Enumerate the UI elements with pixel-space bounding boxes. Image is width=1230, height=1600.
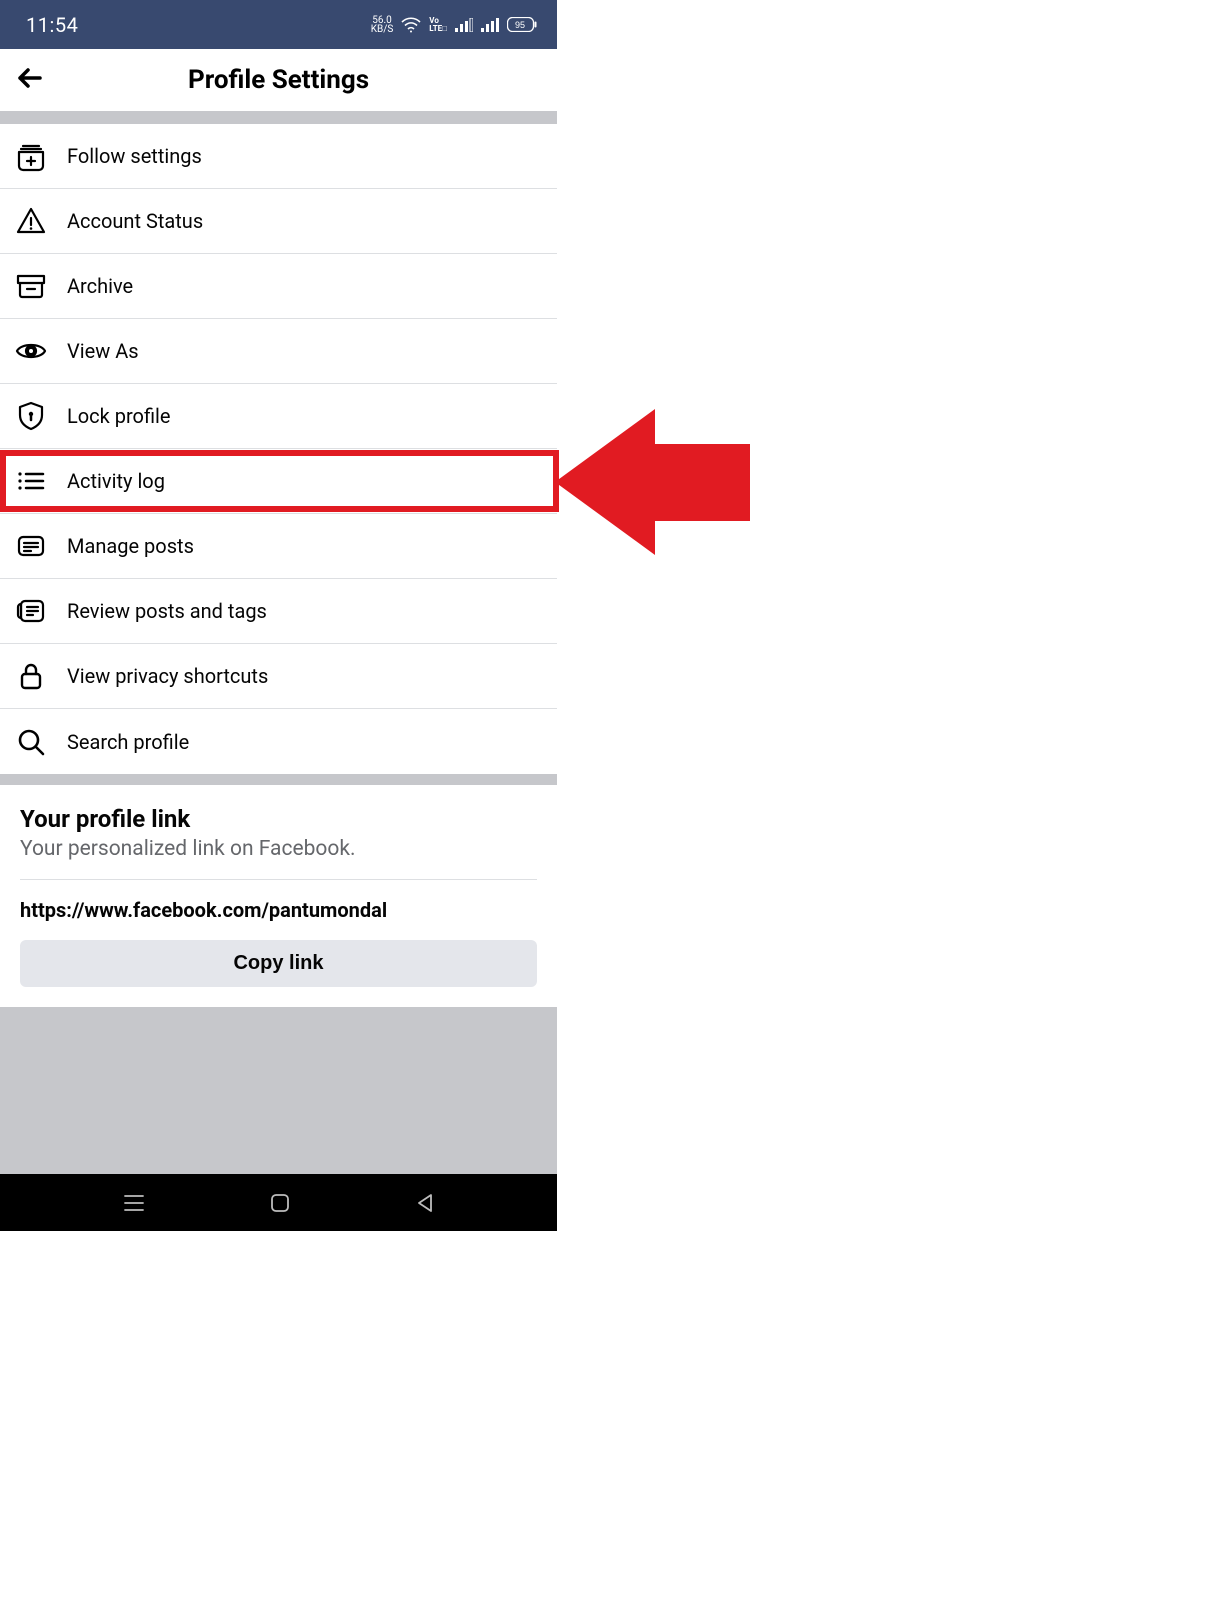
profile-link-section: Your profile link Your personalized link… — [0, 785, 557, 1007]
warning-triangle-icon — [15, 205, 47, 237]
profile-link-url: https://www.facebook.com/pantumondal — [20, 898, 537, 922]
menu-item-activity-log[interactable]: Activity log — [0, 449, 557, 514]
home-button[interactable] — [270, 1193, 290, 1213]
list-icon — [15, 465, 47, 497]
menu-item-view-as[interactable]: View As — [0, 319, 557, 384]
menu-item-label: Search profile — [67, 730, 189, 754]
signal-icon-2 — [481, 18, 499, 32]
profile-link-subtitle: Your personalized link on Facebook. — [20, 837, 537, 861]
eye-icon — [15, 335, 47, 367]
recent-apps-button[interactable] — [123, 1193, 145, 1213]
phone-screen: 11:54 56.0 KB/S VoLTE□ 95 Profile Set — [0, 0, 557, 1231]
menu-item-account-status[interactable]: Account Status — [0, 189, 557, 254]
divider — [20, 879, 537, 880]
post-icon — [15, 530, 47, 562]
shield-lock-icon — [15, 400, 47, 432]
section-divider — [0, 111, 557, 124]
back-button[interactable] — [16, 66, 44, 94]
annotation-arrow — [555, 409, 755, 559]
page-title: Profile Settings — [0, 65, 557, 95]
empty-area — [0, 1007, 557, 1174]
page-header: Profile Settings — [0, 49, 557, 111]
status-right: 56.0 KB/S VoLTE□ 95 — [371, 16, 537, 34]
settings-menu: Follow settings Account Status Archi — [0, 124, 557, 774]
android-nav-bar — [0, 1174, 557, 1231]
back-nav-button[interactable] — [416, 1193, 434, 1213]
follow-settings-icon — [15, 140, 47, 172]
home-icon — [270, 1193, 290, 1213]
status-time: 11:54 — [26, 13, 78, 37]
menu-item-label: Lock profile — [67, 404, 171, 428]
svg-text:95: 95 — [515, 20, 525, 30]
back-nav-icon — [416, 1193, 434, 1213]
status-bar: 11:54 56.0 KB/S VoLTE□ 95 — [0, 0, 557, 49]
battery-icon: 95 — [507, 17, 537, 32]
menu-item-search-profile[interactable]: Search profile — [0, 709, 557, 774]
menu-item-label: Account Status — [67, 209, 203, 233]
menu-item-archive[interactable]: Archive — [0, 254, 557, 319]
search-icon — [15, 726, 47, 758]
archive-icon — [15, 270, 47, 302]
menu-item-label: Follow settings — [67, 144, 202, 168]
recent-apps-icon — [123, 1193, 145, 1213]
menu-item-label: View As — [67, 339, 139, 363]
menu-item-follow-settings[interactable]: Follow settings — [0, 124, 557, 189]
signal-icon-1 — [455, 18, 473, 32]
menu-item-privacy-shortcuts[interactable]: View privacy shortcuts — [0, 644, 557, 709]
lock-icon — [15, 660, 47, 692]
volte-icon: VoLTE□ — [429, 17, 447, 33]
review-icon — [15, 595, 47, 627]
menu-item-label: View privacy shortcuts — [67, 664, 268, 688]
back-arrow-icon — [16, 66, 44, 90]
menu-item-label: Activity log — [67, 469, 165, 493]
menu-item-label: Manage posts — [67, 534, 194, 558]
profile-link-title: Your profile link — [20, 805, 537, 833]
menu-item-label: Archive — [67, 274, 133, 298]
copy-link-button[interactable]: Copy link — [20, 940, 537, 987]
menu-item-label: Review posts and tags — [67, 599, 267, 623]
menu-item-lock-profile[interactable]: Lock profile — [0, 384, 557, 449]
data-speed: 56.0 KB/S — [371, 16, 394, 34]
wifi-icon — [401, 17, 421, 33]
menu-item-review-posts[interactable]: Review posts and tags — [0, 579, 557, 644]
menu-item-manage-posts[interactable]: Manage posts — [0, 514, 557, 579]
